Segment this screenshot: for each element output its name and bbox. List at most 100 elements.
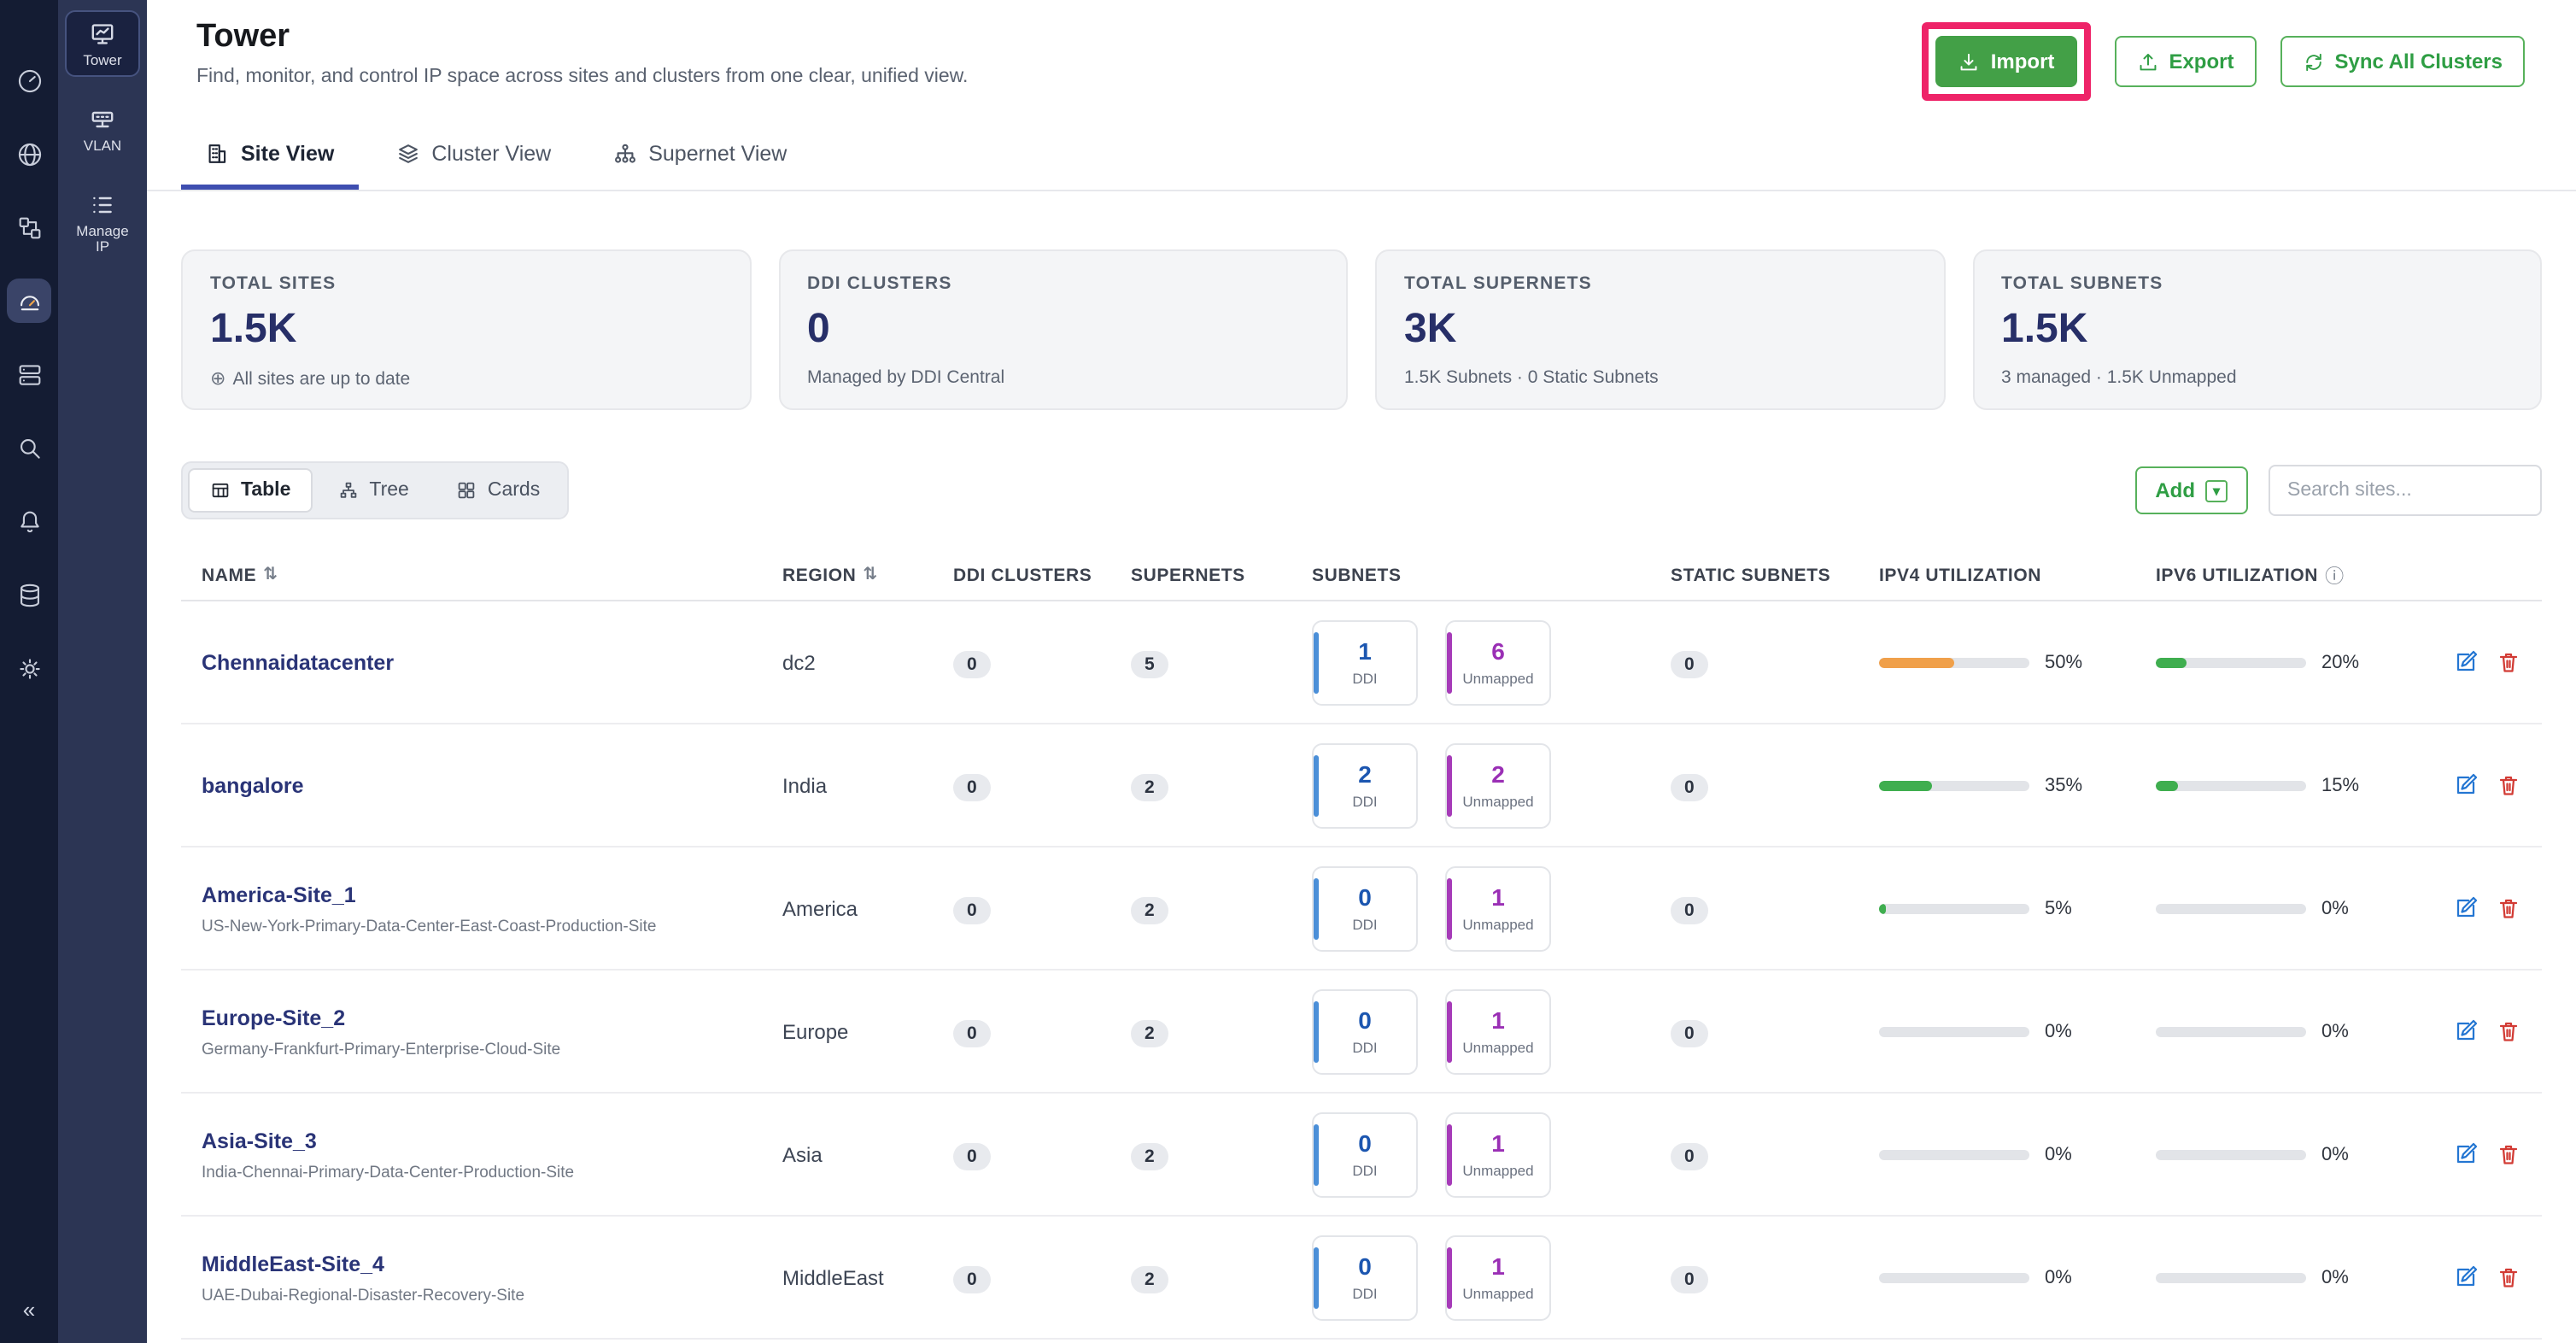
import-download-icon <box>1958 50 1981 73</box>
edit-icon[interactable] <box>2453 1018 2479 1044</box>
view-cards-button[interactable]: Cards <box>435 468 562 513</box>
subnets-cell: 0 DDI 1 Unmapped <box>1312 1111 1671 1197</box>
column-header-ipv6-utilization: IPV6 UTILIZATIONⓘ <box>2156 561 2429 589</box>
search-input[interactable] <box>2269 465 2542 516</box>
row-actions-cell <box>2429 649 2521 675</box>
column-header-static-subnets: STATIC SUBNETS <box>1671 565 1879 585</box>
sidebar-item-label: Tower <box>83 53 121 69</box>
add-button[interactable]: Add ▾ <box>2134 466 2248 514</box>
ddi-subnet-label: DDI <box>1352 916 1377 933</box>
edit-icon[interactable] <box>2453 649 2479 675</box>
ipv6-utilization-cell: 20% <box>2156 652 2429 672</box>
count-badge: 0 <box>953 773 991 801</box>
tab-cluster-view[interactable]: Cluster View <box>372 125 575 190</box>
column-header-name[interactable]: NAME⇅ <box>202 565 782 585</box>
header-actions: Import Export Sync All Clusters <box>1923 22 2525 101</box>
settings-gear-icon[interactable] <box>7 646 51 690</box>
stat-value: 3K <box>1404 306 1916 354</box>
sidebar-item-tower[interactable]: Tower <box>65 10 140 78</box>
site-name-link[interactable]: bangalore <box>202 773 304 797</box>
page-subtitle: Find, monitor, and control IP space acro… <box>196 67 968 87</box>
unmapped-subnet-label: Unmapped <box>1462 1285 1533 1302</box>
edit-icon[interactable] <box>2453 895 2479 921</box>
edit-icon[interactable] <box>2453 1264 2479 1290</box>
site-name-link[interactable]: Chennaidatacenter <box>202 650 394 674</box>
delete-icon[interactable] <box>2496 895 2521 921</box>
sort-icon[interactable]: ⇅ <box>863 566 877 584</box>
ddi-subnet-label: DDI <box>1352 1162 1377 1179</box>
ipv4-progress-fill <box>1879 903 1887 913</box>
tab-supernet-view[interactable]: Supernet View <box>588 125 811 190</box>
site-name-link[interactable]: Europe-Site_2 <box>202 1006 345 1030</box>
delete-icon[interactable] <box>2496 1141 2521 1167</box>
delete-icon[interactable] <box>2496 1018 2521 1044</box>
ddi-subnets-box: 0 DDI <box>1312 1111 1418 1197</box>
supernets-cell: 5 <box>1131 647 1312 677</box>
app-window: « Tower VLAN Manage IP Tower Find, monit… <box>0 0 2576 1343</box>
ipv4-progress-track <box>1879 1149 2029 1159</box>
delete-icon[interactable] <box>2496 772 2521 798</box>
row-actions-cell <box>2429 1018 2521 1044</box>
database-icon[interactable] <box>7 572 51 617</box>
delete-icon[interactable] <box>2496 1264 2521 1290</box>
audit-search-icon[interactable] <box>7 425 51 470</box>
ddi-clusters-cell: 0 <box>953 1262 1131 1293</box>
ddi-subnet-count: 0 <box>1358 1252 1372 1280</box>
dns-globe-icon[interactable] <box>7 132 51 176</box>
tab-site-view[interactable]: Site View <box>181 125 358 190</box>
ddi-clusters-cell: 0 <box>953 1016 1131 1047</box>
table-row: Europe-Site_2 Germany-Frankfurt-Primary-… <box>181 971 2542 1094</box>
table-row: Chennaidatacenter dc2 0 5 1 DDI 6 Unmapp… <box>181 601 2542 724</box>
sidebar-item-vlan[interactable]: VLAN <box>65 98 140 162</box>
count-badge: 0 <box>1671 1265 1708 1293</box>
stat-label: DDI CLUSTERS <box>807 273 1319 294</box>
column-header-region[interactable]: REGION⇅ <box>782 565 953 585</box>
unmapped-subnet-label: Unmapped <box>1462 1039 1533 1056</box>
ipv4-utilization-cell: 35% <box>1879 775 2156 795</box>
delete-icon[interactable] <box>2496 649 2521 675</box>
unmapped-subnet-count: 1 <box>1491 1252 1505 1280</box>
workflows-icon[interactable] <box>7 205 51 249</box>
subnets-cell: 1 DDI 6 Unmapped <box>1312 619 1671 705</box>
ipv6-utilization-cell: 0% <box>2156 1144 2429 1164</box>
edit-icon[interactable] <box>2453 772 2479 798</box>
ipv4-percent-label: 50% <box>2045 652 2082 672</box>
unmapped-subnets-box: 1 Unmapped <box>1445 1111 1551 1197</box>
region-cell: Asia <box>782 1142 953 1166</box>
supernets-cell: 2 <box>1131 1262 1312 1293</box>
dashboard-icon[interactable] <box>7 58 51 103</box>
sidebar-item-label: VLAN <box>84 139 121 155</box>
count-badge: 2 <box>1131 1265 1168 1293</box>
view-switcher: Table Tree Cards <box>181 461 569 519</box>
ddi-subnets-box: 2 DDI <box>1312 742 1418 828</box>
site-name-link[interactable]: MiddleEast-Site_4 <box>202 1252 384 1276</box>
info-icon[interactable]: ⓘ <box>2325 561 2345 589</box>
import-button[interactable]: Import <box>1936 36 2077 87</box>
sort-icon[interactable]: ⇅ <box>263 566 278 584</box>
reports-icon[interactable] <box>7 352 51 396</box>
stat-label: TOTAL SITES <box>210 273 722 294</box>
ipv6-progress-track <box>2156 1272 2306 1282</box>
stat-note: 3 managed · 1.5K Unmapped <box>2001 367 2513 388</box>
site-name-link[interactable]: America-Site_1 <box>202 883 356 907</box>
sidebar-item-manage-ip[interactable]: Manage IP <box>65 182 140 261</box>
sync-all-clusters-button[interactable]: Sync All Clusters <box>2280 36 2525 87</box>
unmapped-subnet-count: 2 <box>1491 760 1505 788</box>
row-actions-cell <box>2429 772 2521 798</box>
ipv4-percent-label: 5% <box>2045 898 2072 918</box>
site-name-link[interactable]: Asia-Site_3 <box>202 1129 317 1153</box>
ipam-tower-icon[interactable] <box>7 279 51 323</box>
export-button[interactable]: Export <box>2114 36 2256 87</box>
edit-icon[interactable] <box>2453 1141 2479 1167</box>
left-icon-rail: « <box>0 0 58 1343</box>
view-table-button[interactable]: Table <box>188 468 313 513</box>
site-description: US-New-York-Primary-Data-Center-East-Coa… <box>202 918 782 936</box>
sidebar-collapse-icon[interactable]: « <box>0 1297 58 1322</box>
ipv6-progress-track <box>2156 1149 2306 1159</box>
ipv6-utilization-cell: 0% <box>2156 1267 2429 1287</box>
unmapped-subnets-box: 1 Unmapped <box>1445 865 1551 951</box>
vlan-switch-icon <box>89 107 116 134</box>
ddi-clusters-cell: 0 <box>953 647 1131 677</box>
alerts-bell-icon[interactable] <box>7 499 51 543</box>
view-tree-button[interactable]: Tree <box>316 468 430 513</box>
